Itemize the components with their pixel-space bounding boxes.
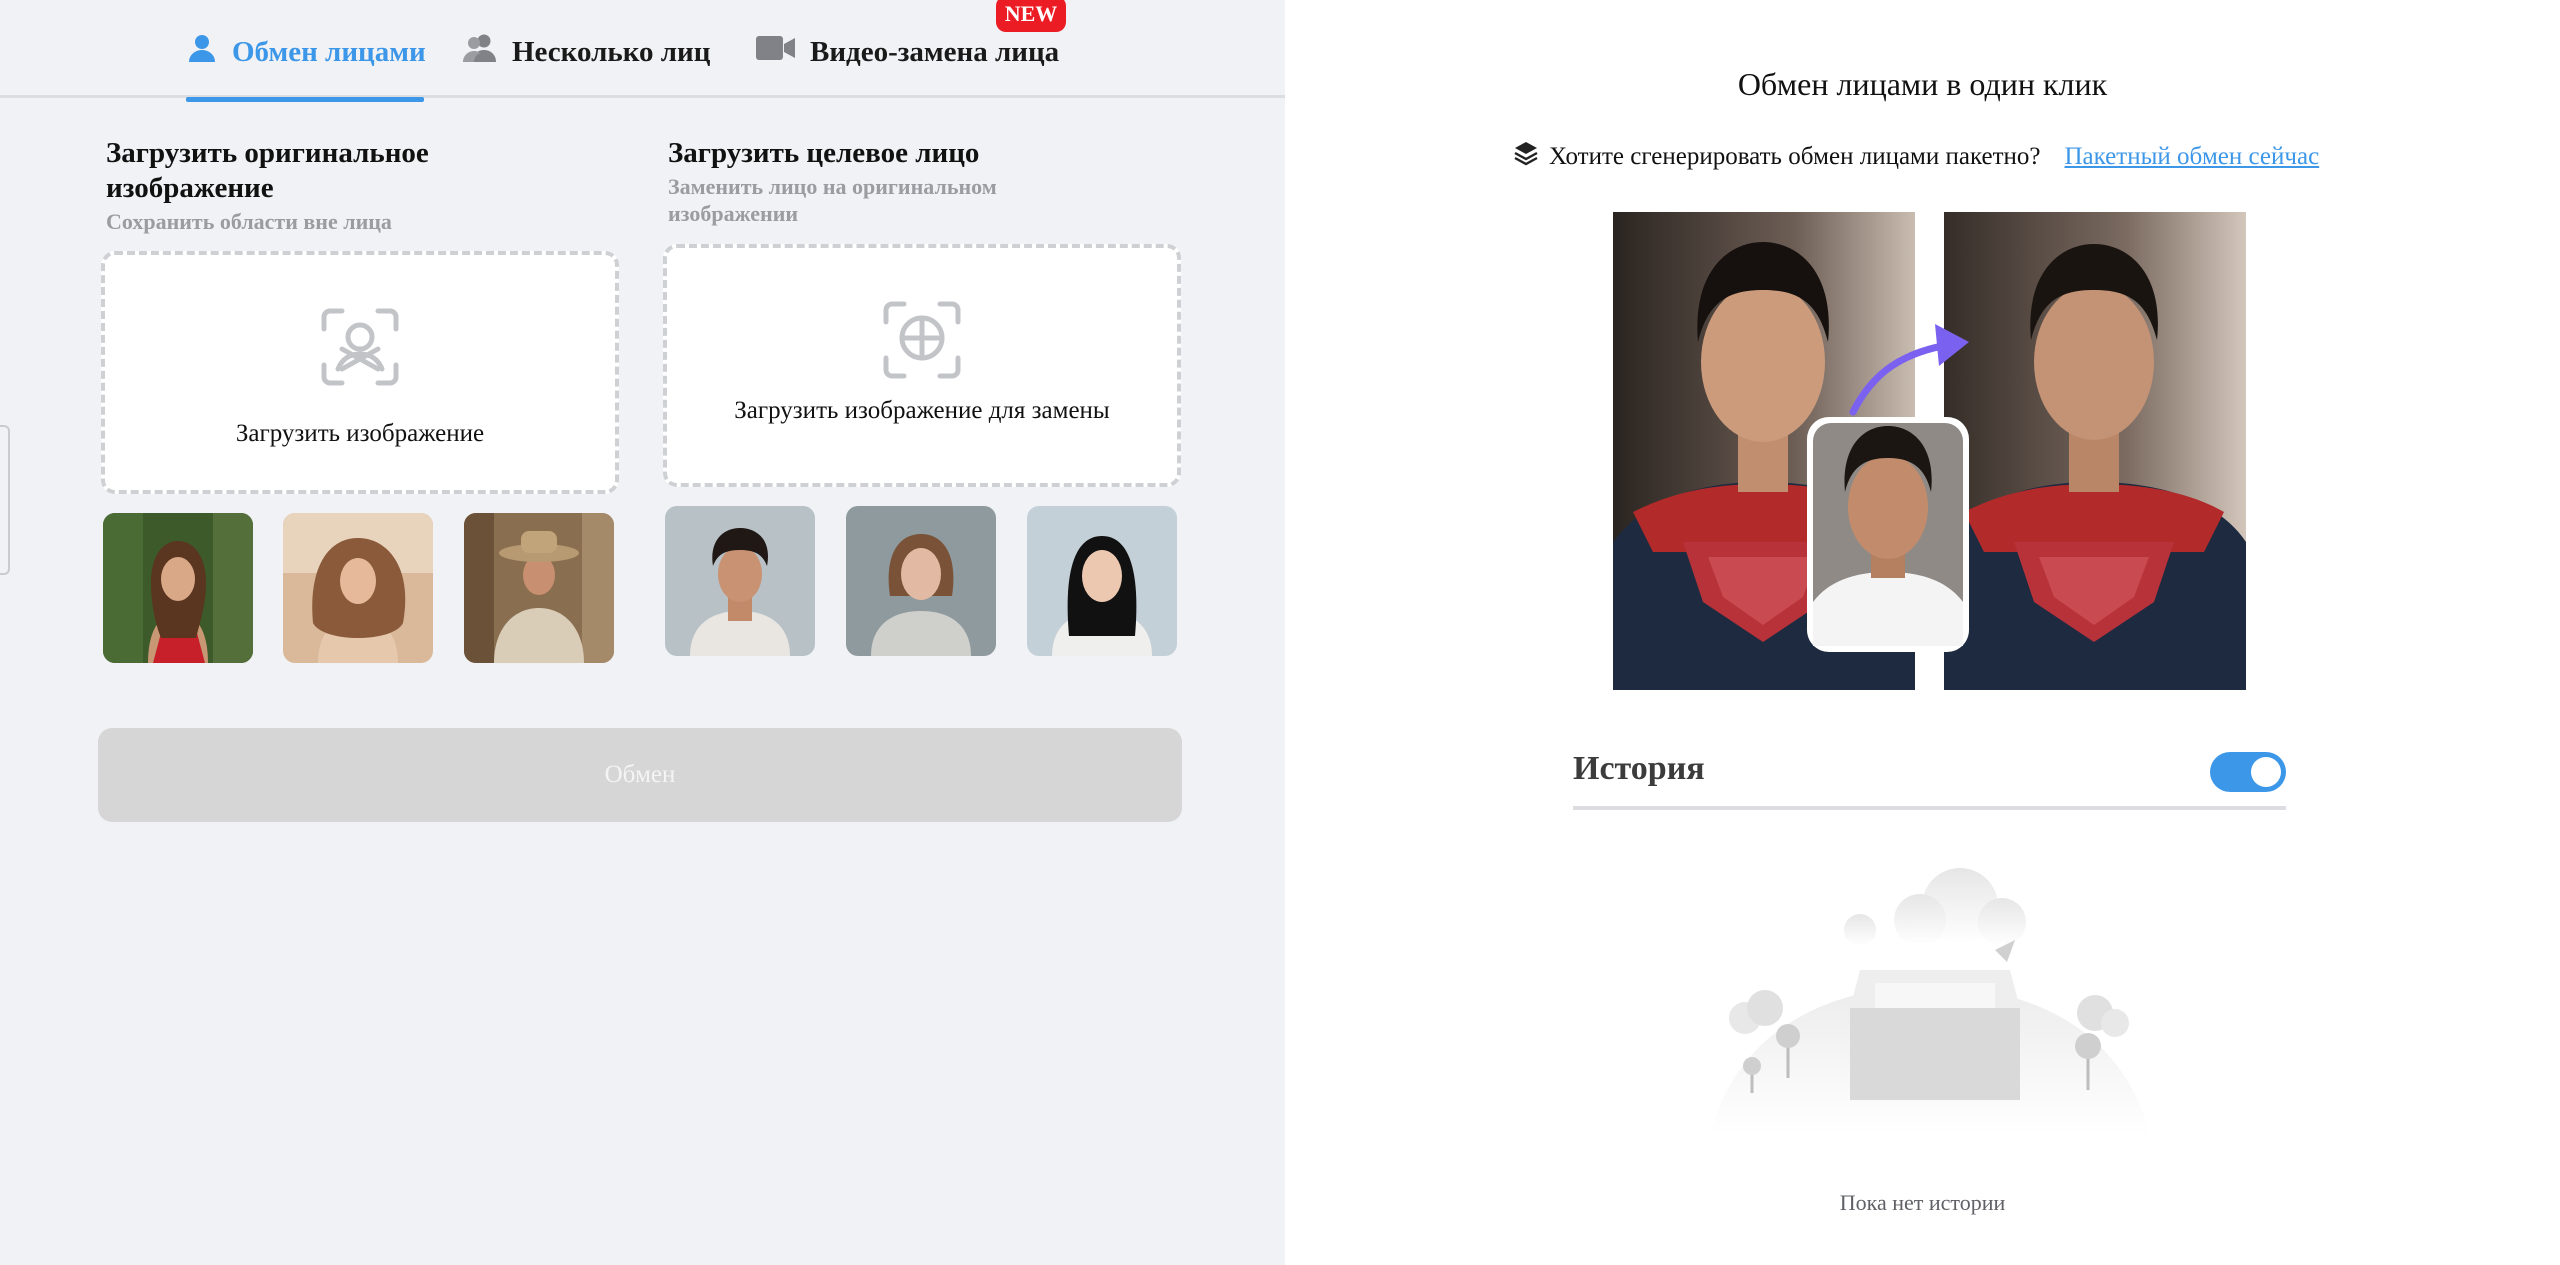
users-icon bbox=[462, 32, 498, 72]
face-scan-icon bbox=[320, 307, 400, 392]
tab-label: Видео-замена лица bbox=[810, 35, 1060, 68]
left-panel: Обмен лицами Несколько лиц Видео-замена … bbox=[0, 0, 1285, 1265]
target-upload-header: Загрузить целевое лицо Заменить лицо на … bbox=[668, 136, 1088, 227]
batch-prompt-row: Хотите сгенерировать обмен лицами пакетн… bbox=[1513, 140, 2319, 173]
sample-thumb-cowboy[interactable] bbox=[464, 513, 614, 663]
sample-thumb-woman-red-dress[interactable] bbox=[103, 513, 253, 663]
empty-history-text: Пока нет истории bbox=[1839, 1190, 2006, 1215]
layers-icon bbox=[1513, 140, 1539, 173]
new-badge: NEW bbox=[996, 0, 1066, 32]
one-click-title: Обмен лицами в один клик bbox=[1737, 66, 2108, 102]
tab-label: Обмен лицами bbox=[232, 35, 426, 68]
mode-tabs: Обмен лицами Несколько лиц Видео-замена … bbox=[0, 0, 1285, 102]
history-title: История bbox=[1573, 750, 1705, 787]
original-upload-dropzone[interactable]: Загрузить изображение bbox=[101, 251, 619, 494]
history-header: История bbox=[1573, 744, 2286, 810]
batch-prompt-text: Хотите сгенерировать обмен лицами пакетн… bbox=[1549, 142, 2041, 170]
video-camera-icon bbox=[756, 35, 796, 69]
face-target-icon bbox=[882, 300, 962, 385]
original-title: Загрузить оригинальное изображение bbox=[106, 137, 429, 204]
swap-button[interactable]: Обмен bbox=[98, 728, 1182, 822]
history-toggle[interactable] bbox=[2210, 752, 2286, 792]
upload-replace-label: Загрузить изображение для замены bbox=[734, 397, 1110, 424]
tab-multi-face[interactable]: Несколько лиц bbox=[462, 30, 710, 74]
target-upload-dropzone[interactable]: Загрузить изображение для замены bbox=[663, 244, 1181, 487]
face-swap-demo-image bbox=[1613, 212, 2246, 690]
toggle-knob bbox=[2251, 757, 2281, 787]
empty-box-illustration bbox=[1710, 868, 2150, 1136]
right-panel: Обмен лицами в один клик Хотите сгенерир… bbox=[1285, 0, 2560, 1265]
side-collapse-handle[interactable] bbox=[0, 425, 10, 575]
sample-thumb-woman-asian[interactable] bbox=[1027, 506, 1177, 656]
active-tab-indicator bbox=[186, 97, 424, 102]
sample-thumb-woman-freckles[interactable] bbox=[846, 506, 996, 656]
upload-image-label: Загрузить изображение bbox=[235, 420, 485, 447]
target-subtitle: Заменить лицо на оригинальном изображени… bbox=[668, 174, 997, 226]
user-icon bbox=[186, 32, 218, 72]
sample-thumb-man-curly[interactable] bbox=[665, 506, 815, 656]
target-title: Загрузить целевое лицо bbox=[668, 137, 980, 169]
batch-swap-link[interactable]: Пакетный обмен сейчас bbox=[2065, 143, 2320, 171]
tab-video-swap[interactable]: Видео-замена лица bbox=[756, 30, 1059, 74]
tab-face-swap[interactable]: Обмен лицами bbox=[186, 30, 426, 74]
tab-label: Несколько лиц bbox=[512, 35, 711, 68]
original-upload-header: Загрузить оригинальное изображение Сохра… bbox=[106, 136, 526, 235]
sample-thumb-woman-beach[interactable] bbox=[283, 513, 433, 663]
original-subtitle: Сохранить области вне лица bbox=[106, 209, 392, 234]
